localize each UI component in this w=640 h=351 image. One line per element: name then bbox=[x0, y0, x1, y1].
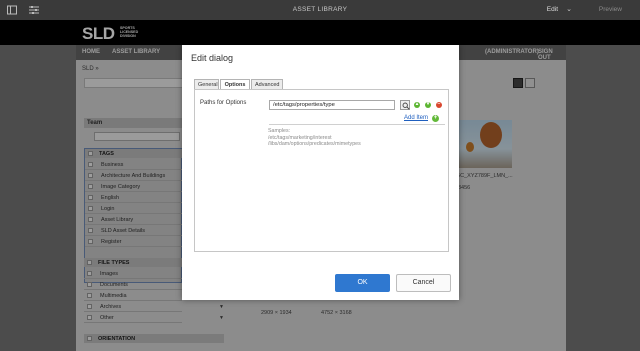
move-up-icon[interactable]: ▴ bbox=[414, 101, 420, 108]
chevron-down-icon[interactable]: ⌄ bbox=[566, 5, 572, 13]
cancel-button[interactable]: Cancel bbox=[396, 274, 451, 292]
ok-button[interactable]: OK bbox=[335, 274, 390, 292]
sample-path: /etc/tags/marketing/interest bbox=[268, 134, 332, 141]
tab-general[interactable]: General bbox=[194, 79, 219, 89]
sample-path: /libs/dam/options/predicates/mimetypes bbox=[268, 141, 361, 148]
add-icon[interactable]: + bbox=[432, 115, 439, 122]
preview-button[interactable]: Preview bbox=[599, 6, 622, 13]
editor-toolbar: ASSET LIBRARY Edit ⌄ Preview bbox=[0, 0, 640, 20]
page-title: ASSET LIBRARY bbox=[292, 6, 348, 13]
mode-selector[interactable]: Edit bbox=[547, 6, 558, 13]
paths-field-label: Paths for Options bbox=[200, 100, 247, 106]
divider bbox=[269, 124, 445, 125]
samples-help-text: Samples: /etc/tags/marketing/interest /l… bbox=[268, 128, 361, 148]
tab-advanced[interactable]: Advanced bbox=[251, 79, 283, 89]
path-input[interactable] bbox=[269, 100, 395, 110]
remove-icon[interactable]: − bbox=[436, 101, 442, 108]
edit-dialog: Edit dialog General Options Advanced Pat… bbox=[182, 45, 459, 300]
add-item-link[interactable]: Add Item bbox=[404, 115, 428, 121]
move-down-icon[interactable]: ▾ bbox=[425, 101, 431, 108]
options-tab-panel: Paths for Options ▴ ▾ − Add Item + Sampl… bbox=[194, 89, 449, 252]
dialog-title: Edit dialog bbox=[191, 53, 234, 63]
samples-label: Samples: bbox=[268, 128, 291, 134]
search-icon[interactable] bbox=[400, 100, 410, 110]
